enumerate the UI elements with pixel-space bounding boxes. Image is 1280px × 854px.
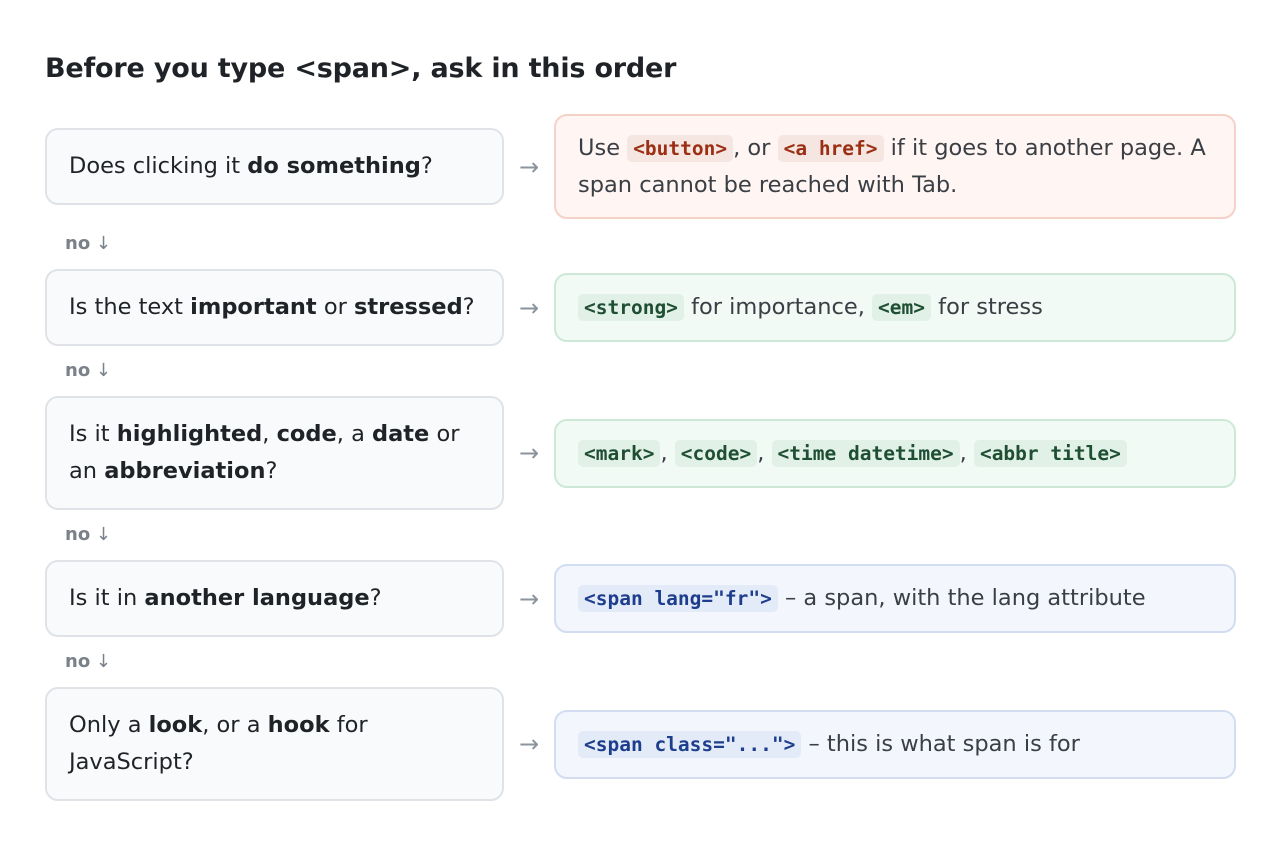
right-arrow-icon: → <box>518 730 540 758</box>
question-keyword: code <box>276 421 337 447</box>
step-row-3: Is it highlighted, code, a date or an ab… <box>45 396 1236 510</box>
question-keyword: important <box>190 294 317 320</box>
no-label: no <box>65 524 91 545</box>
step-row-4: Is it in another language? → <span lang="f… <box>45 560 1236 637</box>
down-arrow-icon: ↓ <box>90 651 111 672</box>
code-tag: <em> <box>872 294 931 321</box>
code-tag: <a href> <box>777 135 884 162</box>
answer-box: <span class="..."> – this is what span i… <box>554 709 1236 779</box>
no-label: no <box>65 360 91 381</box>
question-keyword: abbreviation <box>104 458 266 484</box>
right-arrow-icon: → <box>518 439 540 467</box>
code-tag: <time datetime> <box>771 439 960 467</box>
right-arrow-icon: → <box>518 584 540 613</box>
down-arrow-icon: ↓ <box>90 524 111 545</box>
page-title: Before you type <span>, ask in this orde… <box>45 53 677 84</box>
code-tag: <button> <box>627 135 734 162</box>
down-arrow-icon: ↓ <box>90 233 111 254</box>
question-keyword: look <box>148 712 203 738</box>
no-label: no <box>65 233 91 254</box>
question-box: Is the text important or stressed? <box>45 269 504 346</box>
question-keyword: another language <box>144 585 370 611</box>
decision-flow: Does clicking it do something? → Use <butt… <box>45 114 1236 801</box>
code-tag: <abbr title> <box>973 439 1127 467</box>
no-label: no <box>65 651 91 672</box>
down-arrow-icon: ↓ <box>90 360 111 381</box>
step-row-2: Is the text important or stressed? → <stro… <box>45 269 1236 346</box>
right-arrow-icon: → <box>518 293 540 322</box>
code-tag: <strong> <box>578 294 684 321</box>
code-tag: <span lang="fr"> <box>578 585 778 612</box>
answer-box: <mark>, <code>, <time datetime>, <abbr t… <box>554 418 1236 488</box>
decision-guide: Before you type <span>, ask in this orde… <box>45 50 1236 801</box>
question-box: Does clicking it do something? <box>45 128 504 205</box>
step-row-1: Does clicking it do something? → Use <butt… <box>45 114 1236 219</box>
no-connector: no ↓ <box>45 637 1236 687</box>
answer-box: <span lang="fr"> – a span, with the lang… <box>554 564 1236 633</box>
answer-box: Use <button>, or <a href> if it goes to … <box>554 114 1236 219</box>
step-row-5: Only a look, or a hook for JavaScript? → <… <box>45 687 1236 801</box>
no-connector: no ↓ <box>45 346 1236 396</box>
code-tag: <mark> <box>578 439 661 467</box>
no-connector: no ↓ <box>45 219 1236 269</box>
no-connector: no ↓ <box>45 510 1236 560</box>
right-arrow-icon: → <box>518 152 540 181</box>
question-box: Is it in another language? <box>45 560 504 637</box>
question-keyword: hook <box>267 712 330 738</box>
code-tag: <span class="..."> <box>578 730 802 758</box>
question-box: Only a look, or a hook for JavaScript? <box>45 687 504 801</box>
question-keyword: stressed <box>354 294 463 320</box>
question-keyword: highlighted <box>116 421 263 447</box>
answer-box: <strong> for importance, <em> for stress <box>554 273 1236 342</box>
question-keyword: date <box>372 421 430 447</box>
code-tag: <code> <box>674 439 758 467</box>
question-keyword: do something <box>247 153 421 179</box>
question-box: Is it highlighted, code, a date or an ab… <box>45 396 504 510</box>
